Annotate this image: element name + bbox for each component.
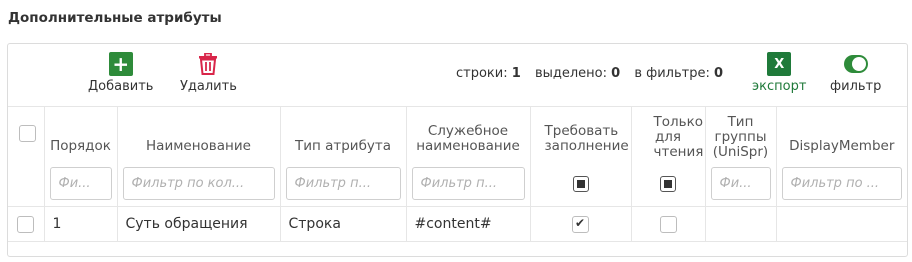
readonly-filter-checkbox[interactable] [660,176,676,192]
cell-order[interactable]: 1 [43,206,118,242]
select-all-checkbox[interactable] [19,125,36,142]
filter-toggle-label: фильтр [830,79,882,94]
required-filter-checkbox[interactable] [572,176,589,192]
row-stats: строки: 1 выделено: 0 в фильтре: 0 [456,66,733,81]
required-checkbox[interactable] [572,215,589,233]
column-readonly[interactable]: Только для чтения [630,106,706,207]
attribute-type-filter-input[interactable]: Фильтр п... [285,167,401,200]
attributes-panel: + Добавить Удалить строки: 1 выделено: 0… [7,43,908,257]
export-button-label: экспорт [752,79,807,94]
order-filter-input[interactable]: Фи... [49,167,112,200]
service-name-filter-input[interactable]: Фильтр п... [411,167,525,200]
column-header-label: Тип атрибута [294,138,392,154]
filter-toggle-switch[interactable] [843,52,868,76]
readonly-checkbox[interactable] [659,215,677,233]
column-order[interactable]: Порядок Фи... [43,106,118,207]
header-row: Порядок Фи... Наименование Фильтр по кол… [8,106,907,207]
column-display-member[interactable]: DisplayMember Фильтр по ... [775,106,907,207]
rows-value: 1 [511,66,521,81]
cell-readonly [630,206,706,242]
cell-attribute-type[interactable]: Строка [279,206,407,242]
add-button[interactable]: + Добавить [88,52,153,94]
column-required[interactable]: Требовать заполнение [529,106,632,207]
rows-label: строки: [456,66,508,81]
cell-name[interactable]: Суть обращения [116,206,281,242]
attributes-table: Порядок Фи... Наименование Фильтр по кол… [8,106,907,242]
column-header-label: Порядок [50,138,111,154]
excel-icon: X [767,52,792,76]
column-name[interactable]: Наименование Фильтр по кол... [116,106,281,207]
plus-icon: + [108,52,133,76]
delete-button[interactable]: Удалить [180,52,237,94]
column-header-label: Требовать заполнение [544,123,629,154]
add-button-label: Добавить [88,79,154,94]
cell-group-type[interactable] [704,206,777,242]
column-group-type[interactable]: Тип группы (UniSpr) Фи... [704,106,777,207]
column-service-name[interactable]: Служебное наименование Фильтр п... [405,106,531,207]
selected-value: 0 [611,66,621,81]
column-header-label: Наименование [146,138,251,154]
column-header-label: Только для чтения [653,114,704,160]
delete-button-label: Удалить [180,79,237,94]
row-select-checkbox[interactable] [17,215,35,233]
cell-required [529,206,632,242]
cell-service-name[interactable]: #content# [405,206,531,242]
display-member-filter-input[interactable]: Фильтр по ... [781,167,902,200]
column-attribute-type[interactable]: Тип атрибута Фильтр п... [279,106,407,207]
column-header-label: Тип группы (UniSpr) [712,114,769,160]
filtered-value: 0 [714,66,724,81]
cell-display-member[interactable] [775,206,907,242]
select-all-cell [8,106,45,207]
filter-toggle[interactable]: фильтр [830,52,881,94]
trash-icon [196,52,220,76]
toolbar: + Добавить Удалить строки: 1 выделено: 0… [8,44,907,106]
column-header-label: DisplayMember [789,138,895,154]
section-title: Дополнительные атрибуты [8,10,222,26]
group-type-filter-input[interactable]: Фи... [710,167,771,200]
export-button[interactable]: X экспорт [752,52,806,94]
selected-label: выделено: [534,66,607,81]
name-filter-input[interactable]: Фильтр по кол... [122,167,275,200]
filtered-label: в фильтре: [634,66,710,81]
column-header-label: Служебное наименование [416,123,520,154]
table-row[interactable]: 1 Суть обращения Строка #content# [8,206,907,242]
row-select-cell [8,206,45,242]
